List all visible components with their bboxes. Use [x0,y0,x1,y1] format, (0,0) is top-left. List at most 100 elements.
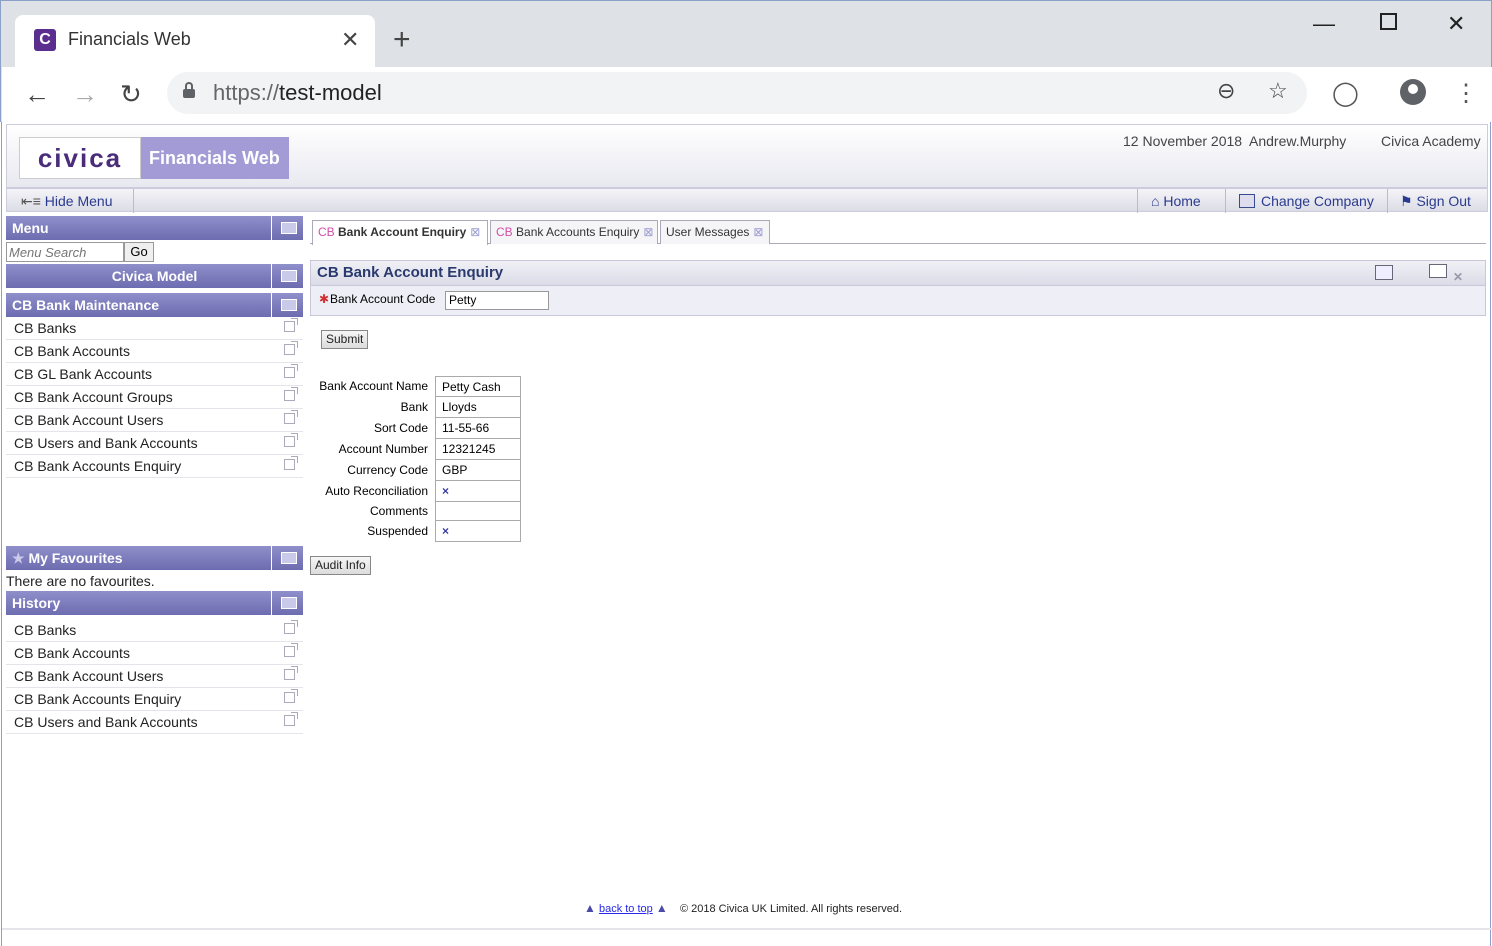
open-new-icon[interactable] [284,433,298,447]
section-up-icon[interactable] [271,293,303,317]
copyright-text: © 2018 Civica UK Limited. All rights res… [679,903,903,915]
open-new-icon[interactable] [284,689,298,703]
tab-title: Financials Web [68,29,191,49]
menu-panel-icon[interactable] [271,216,303,240]
audit-info-button[interactable]: Audit Info [310,556,371,575]
app-banner: civica Financials Web 12 November 2018 A… [6,124,1488,188]
model-header[interactable]: Civica Model [6,264,303,288]
detail-row: Comments [310,502,521,521]
zoom-icon[interactable]: ⊖ [1217,78,1235,104]
maximize-icon[interactable] [1380,13,1397,30]
url-host: test-model [279,80,382,105]
browser-tab[interactable]: C Financials Web ✕ [15,15,375,67]
panel-icon[interactable] [1429,264,1447,278]
page-title: CB Bank Account Enquiry [317,264,504,281]
reload-icon[interactable]: ↻ [120,79,142,110]
go-button[interactable]: Go [124,242,154,262]
print-icon[interactable] [1375,265,1393,280]
star-icon: ★ [12,550,29,566]
tab-bank-account-enquiry[interactable]: CB Bank Account Enquiry ⊠ [312,220,488,245]
content-tabs: CB Bank Account Enquiry ⊠ CB Bank Account… [310,216,1486,245]
extension-icon[interactable]: ◯ [1332,79,1359,108]
close-tab-icon[interactable]: ⊠ [643,225,653,239]
detail-row: Account Number 12321245 [310,439,521,460]
tab-bank-accounts-enquiry[interactable]: CB Bank Accounts Enquiry ⊠ [490,220,658,244]
menu-search-input[interactable] [6,242,124,262]
sign-out-icon: ⚑ [1400,193,1417,209]
cross-icon: × [435,521,521,542]
open-new-icon[interactable] [284,364,298,378]
sidebar-item[interactable]: CB Users and Bank Accounts [6,432,303,455]
sidebar-item[interactable]: CB Bank Account Users [6,409,303,432]
minimize-icon[interactable]: — [1313,11,1335,37]
bank-account-code-input[interactable]: Petty [445,291,549,310]
favourites-empty: There are no favourites. [6,573,155,589]
current-user: Andrew.Murphy [1249,133,1347,149]
main-content: CB Bank Account Enquiry ⊠ CB Bank Account… [310,216,1486,575]
profile-icon[interactable] [1400,79,1426,105]
forward-icon[interactable]: → [72,79,98,110]
sidebar-item[interactable]: CB Bank Accounts Enquiry [6,455,303,478]
history-item[interactable]: CB Bank Accounts Enquiry [6,688,303,711]
up-arrow-icon: ▲ [584,901,596,915]
open-new-icon[interactable] [284,666,298,680]
detail-row: Suspended × [310,521,521,542]
new-tab-icon[interactable]: + [393,23,411,57]
enquiry-header: CB Bank Account Enquiry ✕ [310,260,1486,286]
sidebar-item[interactable]: CB Banks [6,317,303,340]
open-new-icon[interactable] [284,387,298,401]
close-tab-icon[interactable]: ✕ [341,27,359,53]
browser-toolbar: ← → ↻ https://test-model ⊖ ☆ ◯ ⋮ [2,67,1492,123]
lock-icon [183,82,195,98]
history-item[interactable]: CB Bank Accounts [6,642,303,665]
open-new-icon[interactable] [284,643,298,657]
app-name-logo: Financials Web [141,137,289,179]
history-item[interactable]: CB Banks [6,619,303,642]
history-item[interactable]: CB Users and Bank Accounts [6,711,303,734]
sign-out-button[interactable]: ⚑ Sign Out [1400,193,1471,210]
sidebar-item[interactable]: CB Bank Account Groups [6,386,303,409]
back-to-top-link[interactable]: back to top [599,903,653,915]
url-protocol: https:// [213,80,280,105]
menu-list: CB Banks CB Bank Accounts CB GL Bank Acc… [6,317,303,478]
favourites-header: ★ My Favourites [6,546,303,570]
window-close-icon[interactable]: ✕ [1447,11,1465,37]
history-item[interactable]: CB Bank Account Users [6,665,303,688]
address-bar[interactable]: https://test-model ⊖ ☆ [167,72,1307,114]
history-header: History [6,591,303,615]
page-footer: ▲ back to top ▲ © 2018 Civica UK Limited… [584,901,902,915]
open-new-icon[interactable] [284,620,298,634]
app-page: civica Financials Web 12 November 2018 A… [1,122,1492,946]
hide-menu-button[interactable]: ⇤≡ Hide Menu [21,193,113,210]
sidebar-item[interactable]: CB Bank Accounts [6,340,303,363]
open-new-icon[interactable] [284,410,298,424]
history-panel-icon[interactable] [271,591,303,615]
home-button[interactable]: ⌂ Home [1151,193,1201,209]
required-icon: ✱ [319,292,330,306]
bank-account-code-row: ✱ Bank Account Code Petty [310,286,1486,316]
section-header[interactable]: CB Bank Maintenance [6,293,303,317]
civica-favicon-icon: C [34,29,56,51]
tab-user-messages[interactable]: User Messages ⊠ [660,220,770,244]
detail-row: Auto Reconciliation × [310,481,521,502]
star-icon[interactable]: ☆ [1268,78,1288,104]
favourites-panel-icon[interactable] [271,546,303,570]
sidebar: Menu Go Civica Model CB Bank Maintenance… [6,216,303,734]
detail-row: Currency Code GBP [310,460,521,481]
open-new-icon[interactable] [284,318,298,332]
close-tab-icon[interactable]: ⊠ [753,225,763,239]
submit-button[interactable]: Submit [321,330,369,349]
sidebar-item[interactable]: CB GL Bank Accounts [6,363,303,386]
open-new-icon[interactable] [284,712,298,726]
open-new-icon[interactable] [284,456,298,470]
detail-row: Sort Code 11-55-66 [310,418,521,439]
current-date: 12 November 2018 [1123,133,1243,149]
model-panel-icon[interactable] [271,264,303,288]
up-arrow-icon: ▲ [655,901,668,915]
cross-icon: × [435,481,521,502]
close-tab-icon[interactable]: ⊠ [470,225,480,239]
back-icon[interactable]: ← [24,79,50,110]
change-company-button[interactable]: Change Company [1239,193,1374,209]
open-new-icon[interactable] [284,341,298,355]
more-menu-icon[interactable]: ⋮ [1454,79,1478,108]
